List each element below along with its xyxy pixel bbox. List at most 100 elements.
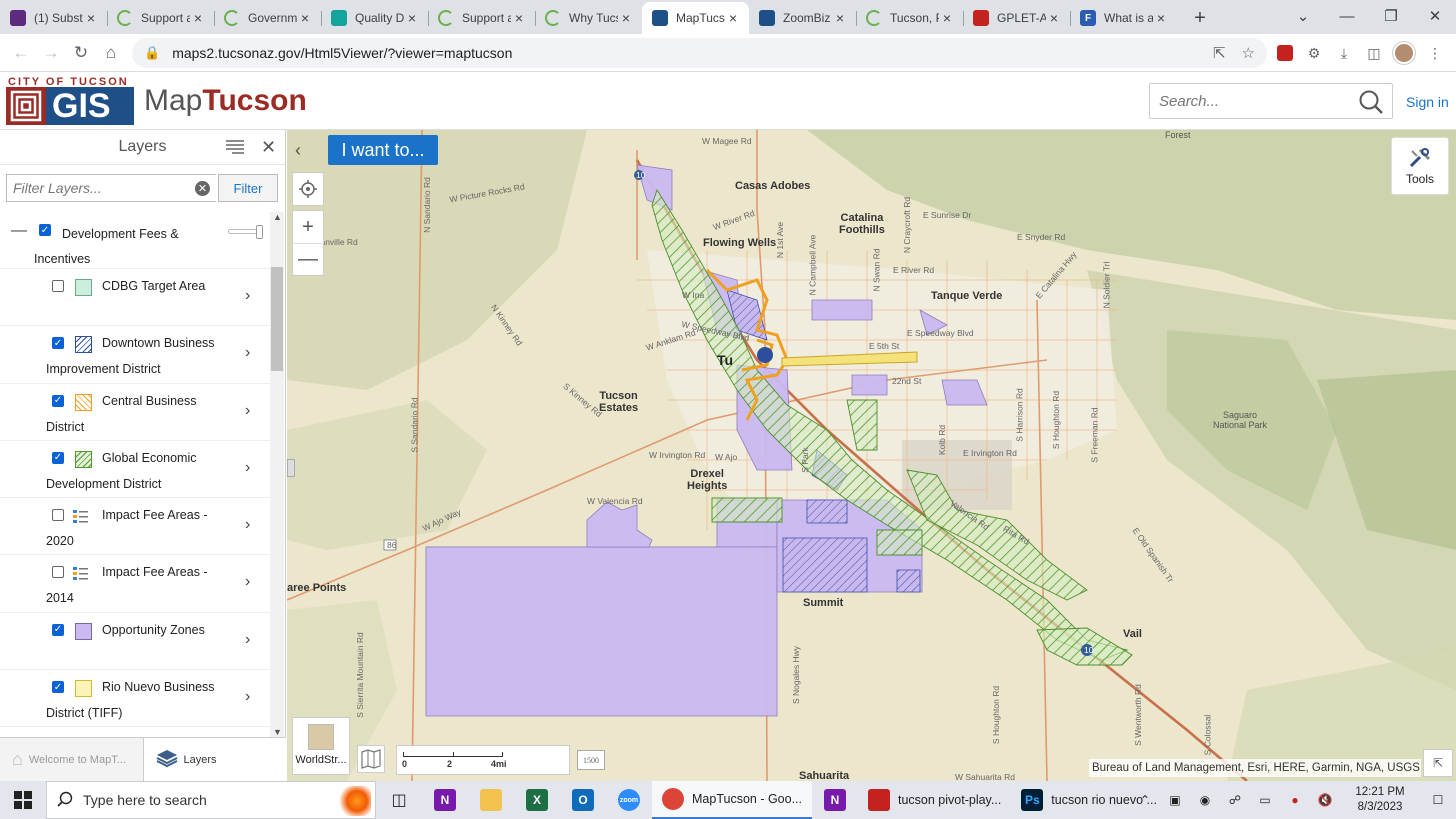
layer-item[interactable]: Impact Fee Areas - 2014 › <box>0 555 270 613</box>
layer-item[interactable]: Water Infrastructure Incentive Areas› <box>0 727 270 737</box>
file-explorer-icon[interactable] <box>468 781 514 819</box>
tray-battery-icon[interactable]: ▭ <box>1250 793 1280 807</box>
scale-input[interactable]: 1500 <box>577 750 605 770</box>
onenote-window-icon[interactable]: N <box>812 781 858 819</box>
clock[interactable]: 12:21 PM 8/3/2023 <box>1340 785 1420 815</box>
address-bar[interactable]: 🔒 maps2.tucsonaz.gov/Html5Viewer/?viewer… <box>132 38 1267 68</box>
search-input[interactable] <box>1159 92 1349 110</box>
map-view[interactable]: Casas Adobes Catalina Foothills Flowing … <box>287 130 1456 781</box>
tray-chevron-icon[interactable]: ⌃ <box>1130 793 1160 807</box>
forward-button[interactable]: → <box>36 43 66 63</box>
collapse-group-icon[interactable]: — <box>11 222 27 240</box>
opacity-slider[interactable] <box>228 225 263 239</box>
taskbar-app-pdf[interactable]: tucson pivot-play... <box>858 781 1011 819</box>
download-icon[interactable]: ⤓ <box>1333 42 1355 64</box>
browser-tab[interactable]: Support a × <box>428 2 535 34</box>
browser-tab[interactable]: ZoomBiz × <box>749 2 856 34</box>
chevron-right-icon[interactable]: › <box>245 344 250 362</box>
outlook-icon[interactable]: O <box>560 781 606 819</box>
close-tab-icon[interactable]: × <box>1046 10 1062 26</box>
browser-tab[interactable]: Support a × <box>107 2 214 34</box>
i-want-to-button[interactable]: I want to... <box>328 135 438 165</box>
tray-network-icon[interactable]: ☍ <box>1220 793 1250 807</box>
tray-security-icon[interactable]: ● <box>1280 793 1310 807</box>
notification-icon[interactable]: ☐ <box>1420 793 1456 807</box>
browser-tab[interactable]: Tucson, P × <box>856 2 963 34</box>
zoom-in-button[interactable]: + <box>293 211 323 243</box>
close-tab-icon[interactable]: × <box>511 10 527 26</box>
acrobat-extension-icon[interactable] <box>1274 42 1296 64</box>
close-panel-icon[interactable]: ✕ <box>261 137 276 158</box>
extensions-puzzle-icon[interactable]: ⚙ <box>1303 42 1325 64</box>
tray-volume-icon[interactable]: 🔇 <box>1310 793 1340 807</box>
browser-tab[interactable]: Governm × <box>214 2 321 34</box>
browser-tab[interactable]: (1) Substa× <box>0 2 107 34</box>
back-button[interactable]: ← <box>6 43 36 63</box>
chevron-right-icon[interactable]: › <box>245 287 250 305</box>
chevron-right-icon[interactable]: › <box>245 573 250 591</box>
overview-map-button[interactable] <box>357 745 385 773</box>
layer-list-scrollbar[interactable]: ▲ ▼ <box>270 212 284 737</box>
close-tab-icon[interactable]: × <box>1153 10 1169 26</box>
close-tab-icon[interactable]: × <box>725 10 741 26</box>
layer-item[interactable]: ✓ Opportunity Zones › <box>0 613 270 671</box>
bookmark-star-icon[interactable]: ☆ <box>1242 44 1255 62</box>
close-tab-icon[interactable]: × <box>297 10 313 26</box>
close-tab-icon[interactable]: × <box>618 10 634 26</box>
tab-layers[interactable]: Layers <box>142 738 286 781</box>
browser-tab[interactable]: Quality D × <box>321 2 428 34</box>
restore-button[interactable]: ❐ <box>1369 0 1413 32</box>
profile-avatar[interactable] <box>1393 42 1415 64</box>
layer-item[interactable]: ✓ Rio Nuevo Business District (TIFF) › <box>0 670 270 728</box>
panel-resize-grip[interactable] <box>287 459 295 477</box>
search-field[interactable] <box>1149 83 1393 119</box>
browser-tab[interactable]: GPLET-Al × <box>963 2 1070 34</box>
chevron-right-icon[interactable]: › <box>245 688 250 706</box>
layer-item[interactable]: CDBG Target Area › <box>0 269 270 327</box>
task-view-icon[interactable]: ◫ <box>376 781 422 819</box>
taskbar-search-box[interactable]: Type here to search <box>46 781 376 819</box>
close-window-button[interactable]: ✕ <box>1413 0 1456 32</box>
tools-button[interactable]: Tools <box>1391 137 1449 195</box>
side-panel-icon[interactable]: ◫ <box>1363 42 1385 64</box>
tray-display-icon[interactable]: ▣ <box>1160 793 1190 807</box>
windows-start-button[interactable] <box>0 781 46 819</box>
new-tab-button[interactable]: + <box>1183 2 1217 34</box>
sign-in-link[interactable]: Sign in <box>1406 94 1449 110</box>
home-button[interactable]: ⌂ <box>96 43 126 63</box>
chevron-right-icon[interactable]: › <box>245 516 250 534</box>
share-icon[interactable]: ⇱ <box>1213 44 1226 62</box>
locate-icon[interactable] <box>293 173 323 205</box>
tab-welcome[interactable]: ⌂ Welcome to MapT... <box>0 738 143 781</box>
layer-item[interactable]: ✓ Global Economic Development District › <box>0 441 270 499</box>
chevron-right-icon[interactable]: › <box>245 631 250 649</box>
expand-icon[interactable]: ⇱ <box>1423 749 1453 777</box>
filter-layers-input[interactable]: Filter Layers... ✕ <box>6 174 216 202</box>
layer-item[interactable]: ✓ Downtown Business Improvement District › <box>0 326 270 384</box>
collapse-panel-button[interactable]: ‹ <box>295 140 301 161</box>
panel-menu-icon[interactable] <box>226 140 244 159</box>
filter-button[interactable]: Filter <box>218 174 278 202</box>
zoom-out-button[interactable]: — <box>293 243 323 275</box>
chevron-right-icon[interactable]: › <box>245 459 250 477</box>
close-tab-icon[interactable]: × <box>190 10 206 26</box>
search-icon[interactable] <box>1358 89 1384 118</box>
close-tab-icon[interactable]: × <box>83 10 99 26</box>
scroll-down-arrow[interactable]: ▼ <box>273 727 282 737</box>
onenote-icon[interactable]: N <box>422 781 468 819</box>
reload-button[interactable]: ↻ <box>66 43 96 63</box>
scroll-up-arrow[interactable]: ▲ <box>273 212 282 222</box>
layer-item[interactable]: ✓ Central Business District › <box>0 384 270 441</box>
minimize-button[interactable]: — <box>1325 0 1369 32</box>
layer-item[interactable]: Impact Fee Areas - 2020 › <box>0 498 270 556</box>
taskbar-app-chrome[interactable]: MapTucson - Goo... <box>652 781 812 819</box>
excel-icon[interactable]: X <box>514 781 560 819</box>
tab-search-icon[interactable]: ⌄ <box>1281 0 1325 32</box>
scrollbar-thumb[interactable] <box>271 267 283 371</box>
close-tab-icon[interactable]: × <box>939 10 955 26</box>
close-tab-icon[interactable]: × <box>832 10 848 26</box>
tray-camera-icon[interactable]: ◉ <box>1190 793 1220 807</box>
browser-menu-icon[interactable]: ⋮ <box>1424 42 1446 64</box>
clear-filter-icon[interactable]: ✕ <box>195 181 210 196</box>
browser-tab[interactable]: Why Tucs × <box>535 2 642 34</box>
